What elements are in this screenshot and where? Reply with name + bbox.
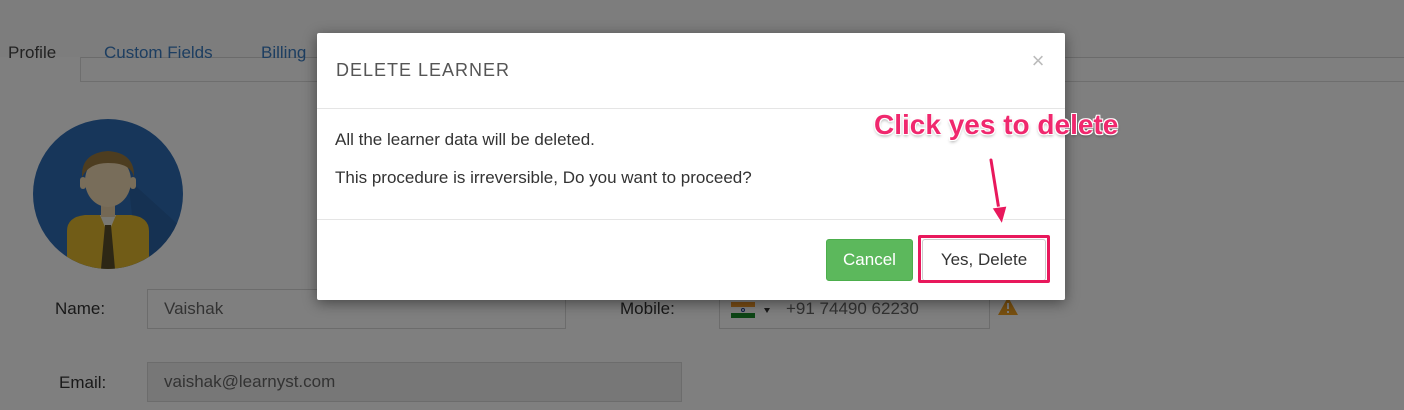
modal-message-line1: All the learner data will be deleted. <box>335 130 595 149</box>
annotation-callout: Click yes to delete <box>874 109 1119 140</box>
modal-header: DELETE LEARNER × <box>317 33 1065 109</box>
modal-message-line2: This procedure is irreversible, Do you w… <box>335 168 752 187</box>
modal-title: DELETE LEARNER <box>336 60 511 80</box>
yes-delete-highlight <box>918 235 1050 283</box>
cancel-button[interactable]: Cancel <box>826 239 913 281</box>
annotation-arrow-icon <box>988 158 1008 226</box>
close-icon[interactable]: × <box>1028 48 1048 74</box>
page: Profile Custom Fields Billing Name: Vais… <box>0 0 1404 410</box>
